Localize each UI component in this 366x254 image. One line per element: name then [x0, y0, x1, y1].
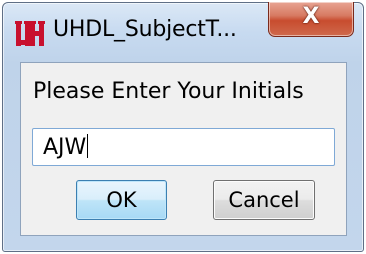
title-bar[interactable]: UHDL_SubjectT... X — [3, 2, 363, 63]
cancel-button[interactable]: Cancel — [213, 180, 315, 220]
text-caret — [87, 134, 89, 158]
uh-logo-icon — [15, 20, 45, 48]
initials-input-value: AJW — [43, 134, 89, 160]
close-button[interactable]: X — [268, 2, 354, 37]
dialog-content: Please Enter Your Initials AJW OK Cancel — [20, 62, 347, 236]
dialog-window: UHDL_SubjectT... X Please Enter Your Ini… — [2, 2, 364, 252]
prompt-label: Please Enter Your Initials — [33, 79, 304, 104]
initials-input[interactable]: AJW — [32, 128, 335, 166]
window-title: UHDL_SubjectT... — [53, 17, 237, 42]
initials-text: AJW — [43, 135, 87, 160]
close-icon: X — [302, 4, 320, 29]
ok-button[interactable]: OK — [76, 180, 167, 220]
